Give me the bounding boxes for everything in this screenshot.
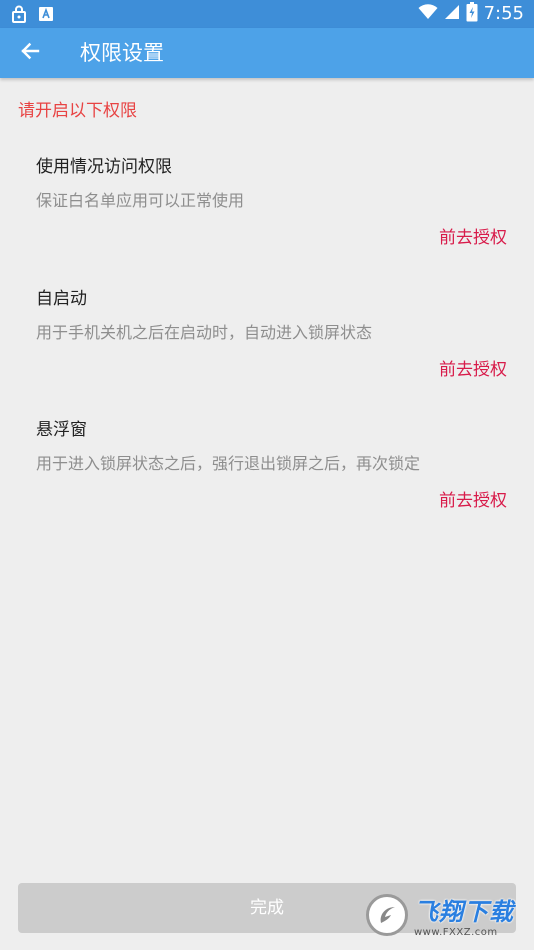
permission-description: 保证白名单应用可以正常使用	[36, 191, 245, 210]
page-title: 权限设置	[80, 41, 164, 65]
watermark-logo-icon	[366, 894, 408, 936]
battery-charging-icon	[466, 2, 478, 26]
permission-description: 用于进入锁屏状态之后，强行退出锁屏之后，再次锁定	[36, 454, 421, 473]
permission-item-usage-access: 使用情况访问权限 保证白名单应用可以正常使用 前去授权	[0, 152, 534, 272]
permission-title: 悬浮窗	[36, 420, 87, 440]
authorize-button[interactable]: 前去授权	[439, 355, 507, 380]
arrow-left-icon	[20, 41, 40, 65]
permission-item-autostart: 自启动 用于手机关机之后在启动时，自动进入锁屏状态 前去授权	[0, 284, 534, 404]
permission-notice: 请开启以下权限	[18, 101, 137, 121]
watermark-name: 飞翔下载	[414, 898, 514, 926]
signal-icon	[444, 4, 460, 24]
status-bar: 7:55	[0, 0, 534, 28]
keyboard-a-icon	[38, 6, 54, 26]
status-left-icons	[12, 5, 54, 27]
status-right-icons: 7:55	[418, 2, 524, 26]
authorize-button[interactable]: 前去授权	[439, 486, 507, 511]
permission-title: 自启动	[36, 289, 87, 309]
watermark-text: 飞翔下载 www.FXXZ.com	[414, 892, 514, 938]
permission-item-floating-window: 悬浮窗 用于进入锁屏状态之后，强行退出锁屏之后，再次锁定 前去授权	[0, 415, 534, 535]
lock-icon	[12, 5, 26, 27]
permission-title: 使用情况访问权限	[36, 157, 172, 177]
watermark-url: www.FXXZ.com	[414, 927, 498, 938]
permission-description: 用于手机关机之后在启动时，自动进入锁屏状态	[36, 323, 373, 342]
authorize-button[interactable]: 前去授权	[439, 223, 507, 248]
back-button[interactable]	[10, 33, 50, 73]
status-time: 7:55	[483, 3, 524, 24]
watermark: 飞翔下载 www.FXXZ.com	[366, 890, 526, 940]
app-bar: 权限设置	[0, 28, 534, 78]
wifi-icon	[418, 4, 438, 24]
